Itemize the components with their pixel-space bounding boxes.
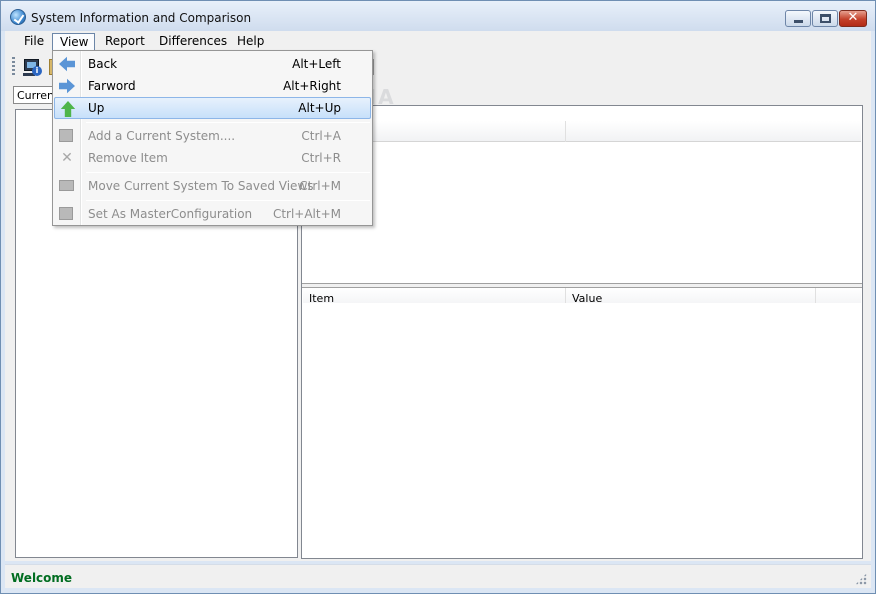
menu-item-add-current-system[interactable]: Add a Current System.... Ctrl+A [54,125,371,147]
minimize-icon [794,20,803,23]
forward-arrow-icon [59,78,75,94]
menu-bar: File View Report Differences Help [5,31,871,51]
menu-item-label: Move Current System To Saved Views [88,179,314,193]
details-panel: Item Value [301,105,863,559]
menu-item-forward[interactable]: Farword Alt+Right [54,75,371,97]
resize-grip-icon[interactable] [855,573,867,585]
menu-item-set-master-configuration[interactable]: Set As MasterConfiguration Ctrl+Alt+M [54,203,371,225]
app-icon [10,9,26,25]
window-controls: ✕ [785,10,867,27]
summary-column-2[interactable] [566,121,863,142]
tab-current[interactable]: Current [13,86,57,104]
close-icon: ✕ [847,10,859,25]
menu-item-shortcut: Alt+Left [292,57,341,71]
menu-item-shortcut: Ctrl+Alt+M [272,207,341,221]
menu-item-label: Add a Current System.... [88,129,236,143]
menu-separator [86,172,370,173]
menu-item-shortcut: Ctrl+M [299,179,341,193]
menu-differences[interactable]: Differences [159,33,227,51]
menu-item-shortcut: Alt+Up [298,101,341,115]
minimize-button[interactable] [785,10,811,27]
window-title: System Information and Comparison [31,11,252,25]
up-arrow-icon [60,101,76,117]
summary-list[interactable] [303,107,861,283]
toolbar-grip[interactable] [12,57,15,77]
system-info-icon[interactable]: i [23,57,43,77]
menu-item-shortcut: Alt+Right [283,79,341,93]
remove-x-icon: ✕ [61,150,73,166]
menu-report[interactable]: Report [105,33,145,51]
menu-item-shortcut: Ctrl+R [301,151,341,165]
add-system-icon [59,129,73,142]
menu-separator [86,200,370,201]
master-config-icon [59,207,73,220]
maximize-icon [820,14,831,23]
menu-item-move-current-system[interactable]: Move Current System To Saved Views Ctrl+… [54,175,371,197]
app-window: System Information and Comparison ✕ File… [0,0,876,594]
back-arrow-icon [59,56,75,72]
menu-item-label: Remove Item [88,151,168,165]
menu-item-label: Set As MasterConfiguration [88,207,253,221]
close-button[interactable]: ✕ [839,10,867,27]
menu-view[interactable]: View [52,33,95,51]
menu-item-shortcut: Ctrl+A [301,129,341,143]
details-list[interactable] [303,303,861,557]
menu-item-label: Farword [88,79,136,93]
move-system-icon [59,180,74,191]
summary-list-header [303,121,861,142]
title-bar[interactable]: System Information and Comparison ✕ [1,1,875,31]
maximize-button[interactable] [812,10,838,27]
menu-item-label: Back [88,57,118,71]
menu-item-up[interactable]: Up Alt+Up [54,97,371,119]
menu-item-remove-item[interactable]: ✕ Remove Item Ctrl+R [54,147,371,169]
menu-separator [86,122,370,123]
menu-file[interactable]: File [24,33,44,51]
menu-item-label: Up [88,101,105,115]
status-bar: Welcome [5,564,871,588]
menu-item-back[interactable]: Back Alt+Left [54,53,371,75]
view-menu-dropdown: Back Alt+Left Farword Alt+Right Up Alt+U… [52,50,373,226]
menu-help[interactable]: Help [237,33,264,51]
status-text: Welcome [11,571,73,585]
